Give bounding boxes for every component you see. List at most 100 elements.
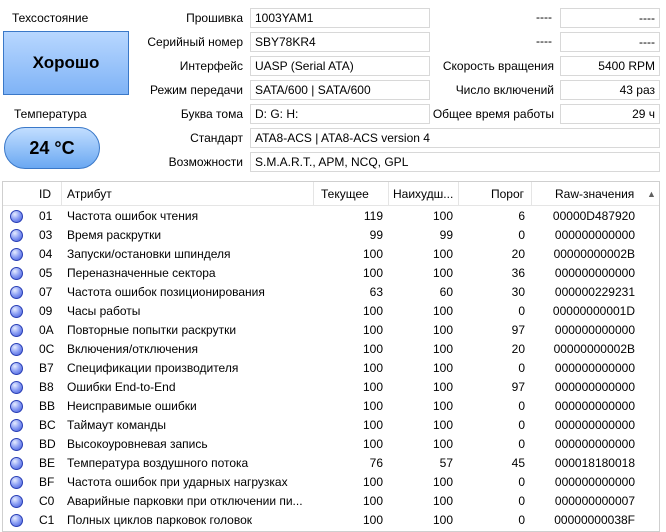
cell-raw: 000000000000 <box>554 418 635 432</box>
table-row[interactable]: C1 Полных циклов парковок головок 100 100 0 0… <box>3 511 659 530</box>
interface-field[interactable]: UASP (Serial ATA) <box>250 56 430 76</box>
cell-worst: 57 <box>439 456 453 470</box>
cell-worst: 100 <box>432 266 453 280</box>
cell-worst: 100 <box>432 342 453 356</box>
temperature-button[interactable]: 24 °C <box>4 127 100 169</box>
health-status-label: Техсостояние <box>12 11 89 25</box>
volume-letter-label: Буква тома <box>180 107 243 121</box>
table-row[interactable]: B8 Ошибки End-to-End 100 100 97 000000000000 <box>3 378 659 397</box>
cell-raw: 000000000000 <box>554 323 635 337</box>
cell-worst: 100 <box>432 475 453 489</box>
serial-number-label: Серийный номер <box>147 35 243 49</box>
column-header-current[interactable]: Текущее <box>321 187 369 201</box>
cell-attribute: Частота ошибок чтения <box>67 209 199 223</box>
cell-attribute: Запуски/остановки шпинделя <box>67 247 231 261</box>
temperature-value: 24 °C <box>29 137 75 158</box>
cell-current: 100 <box>362 247 383 261</box>
firmware-label: Прошивка <box>186 11 243 25</box>
interface-label: Интерфейс <box>179 59 243 73</box>
status-dot-icon <box>10 381 23 394</box>
column-header-attribute[interactable]: Атрибут <box>67 187 112 201</box>
transfer-mode-field[interactable]: SATA/600 | SATA/600 <box>250 80 430 100</box>
cell-attribute: Ошибки End-to-End <box>67 380 176 394</box>
table-row[interactable]: 05 Переназначенные сектора 100 100 36 0000000… <box>3 264 659 283</box>
power-on-hours-field[interactable]: 29 ч <box>560 104 660 124</box>
status-dot-icon <box>10 400 23 413</box>
cell-worst: 100 <box>432 323 453 337</box>
cell-attribute: Спецификации производителя <box>67 361 239 375</box>
table-row[interactable]: 04 Запуски/остановки шпинделя 100 100 20 0000… <box>3 245 659 264</box>
standard-field[interactable]: ATA8-ACS | ATA8-ACS version 4 <box>250 128 660 148</box>
info-placeholder-field[interactable]: ---- <box>436 32 556 52</box>
status-dot-icon <box>10 210 23 223</box>
column-header-id[interactable]: ID <box>39 187 51 201</box>
rotation-speed-field[interactable]: 5400 RPM <box>560 56 660 76</box>
volume-letter-field[interactable]: D: G: H: <box>250 104 430 124</box>
cell-id: BF <box>39 475 55 489</box>
cell-id: C1 <box>39 513 55 527</box>
table-row[interactable]: 01 Частота ошибок чтения 119 100 6 00000D4879… <box>3 207 659 226</box>
features-field[interactable]: S.M.A.R.T., APM, NCQ, GPL <box>250 152 660 172</box>
cell-id: 07 <box>39 285 53 299</box>
table-row[interactable]: BD Высокоуровневая запись 100 100 0 000000000… <box>3 435 659 454</box>
cell-current: 100 <box>362 475 383 489</box>
cell-threshold: 30 <box>511 285 525 299</box>
status-dot-icon <box>10 229 23 242</box>
cell-attribute: Повторные попытки раскрутки <box>67 323 237 337</box>
column-header-threshold[interactable]: Порог <box>491 187 524 201</box>
cell-raw: 000000000000 <box>554 228 635 242</box>
smart-attributes-table[interactable]: ID Атрибут Текущее Наихудш... Порог Raw-… <box>2 181 660 532</box>
table-row[interactable]: BF Частота ошибок при ударных нагрузках 10… <box>3 473 659 492</box>
cell-id: B8 <box>39 380 54 394</box>
power-on-count-field[interactable]: 43 раз <box>560 80 660 100</box>
cell-raw: 000000000000 <box>554 380 635 394</box>
table-row[interactable]: 09 Часы работы 100 100 0 00000000001D <box>3 302 659 321</box>
table-row[interactable]: BB Неисправимые ошибки 100 100 0 000000000000 <box>3 397 659 416</box>
cell-raw: 00000000002B <box>553 342 635 356</box>
table-row[interactable]: 03 Время раскрутки 99 99 0 000000000000 <box>3 226 659 245</box>
table-row[interactable]: BE Температура воздушного потока 76 57 45 000… <box>3 454 659 473</box>
cell-raw: 000000000000 <box>554 437 635 451</box>
table-row[interactable]: 0A Повторные попытки раскрутки 100 100 97 000… <box>3 321 659 340</box>
serial-number-field[interactable]: SBY78KR4 <box>250 32 430 52</box>
info-placeholder-field[interactable]: ---- <box>436 8 556 28</box>
cell-worst: 100 <box>432 513 453 527</box>
cell-current: 100 <box>362 323 383 337</box>
cell-id: BD <box>39 437 56 451</box>
cell-current: 100 <box>362 418 383 432</box>
firmware-field[interactable]: 1003YAM1 <box>250 8 430 28</box>
cell-current: 100 <box>362 437 383 451</box>
table-row[interactable]: BC Таймаут команды 100 100 0 000000000000 <box>3 416 659 435</box>
cell-threshold: 0 <box>518 513 525 527</box>
cell-id: BC <box>39 418 56 432</box>
cell-raw: 000000000000 <box>554 475 635 489</box>
table-row[interactable]: 0C Включения/отключения 100 100 20 0000000000… <box>3 340 659 359</box>
cell-worst: 100 <box>432 380 453 394</box>
cell-threshold: 0 <box>518 304 525 318</box>
cell-threshold: 20 <box>511 342 525 356</box>
cell-attribute: Неисправимые ошибки <box>67 399 197 413</box>
column-header-worst[interactable]: Наихудш... <box>393 187 453 201</box>
table-row[interactable]: 07 Частота ошибок позиционирования 63 60 30 0… <box>3 283 659 302</box>
cell-threshold: 0 <box>518 437 525 451</box>
cell-id: BB <box>39 399 56 413</box>
table-row[interactable]: B7 Спецификации производителя 100 100 0 00000… <box>3 359 659 378</box>
info-placeholder-field[interactable]: ---- <box>560 8 660 28</box>
status-dot-icon <box>10 457 23 470</box>
table-row[interactable]: C0 Аварийные парковки при отключении пи..… <box>3 492 659 511</box>
cell-raw: 000000000007 <box>554 494 635 508</box>
cell-raw: 000018180018 <box>554 456 635 470</box>
cell-raw: 000000000000 <box>554 361 635 375</box>
cell-id: 09 <box>39 304 53 318</box>
cell-worst: 100 <box>432 361 453 375</box>
health-status-button[interactable]: Хорошо <box>3 31 129 95</box>
cell-attribute: Переназначенные сектора <box>67 266 216 280</box>
info-placeholder-field[interactable]: ---- <box>560 32 660 52</box>
cell-threshold: 0 <box>518 399 525 413</box>
cell-worst: 100 <box>432 304 453 318</box>
scroll-up-arrow-icon[interactable]: ▲ <box>644 182 659 206</box>
cell-attribute: Частота ошибок позиционирования <box>67 285 265 299</box>
column-header-raw[interactable]: Raw-значения <box>555 187 634 201</box>
cell-id: B7 <box>39 361 54 375</box>
cell-current: 100 <box>362 494 383 508</box>
